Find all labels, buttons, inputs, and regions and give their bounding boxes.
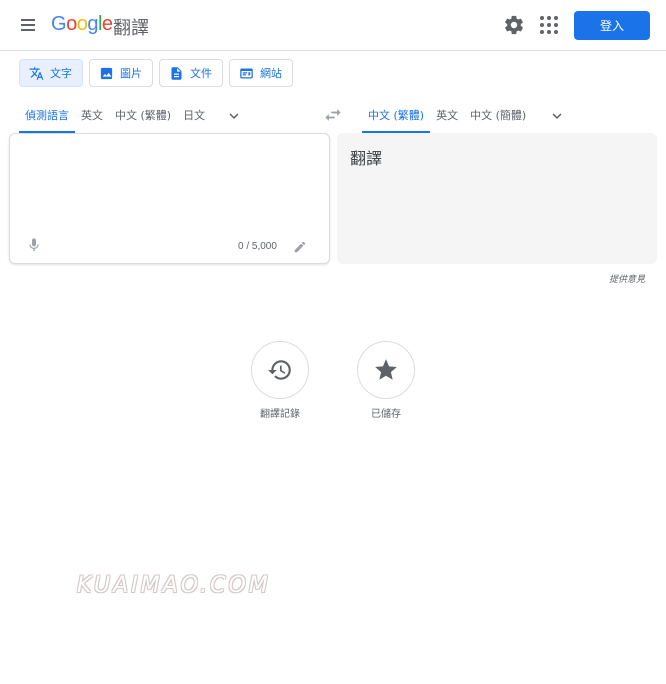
settings-gear-icon[interactable] bbox=[503, 14, 525, 36]
mode-text-label: 文字 bbox=[50, 67, 72, 80]
top-header: Google 翻譯 登入 bbox=[0, 0, 666, 51]
source-text-input[interactable] bbox=[20, 144, 318, 228]
source-tab-japanese[interactable]: 日文 bbox=[177, 99, 211, 133]
mode-document-label: 文件 bbox=[190, 67, 212, 80]
target-more-languages-chevron-icon[interactable] bbox=[542, 99, 572, 133]
source-tab-detect[interactable]: 偵測語言 bbox=[19, 99, 75, 133]
website-icon bbox=[240, 68, 253, 78]
main-menu-icon[interactable] bbox=[18, 15, 38, 35]
history-label: 翻譯記錄 bbox=[260, 409, 300, 420]
history-button[interactable] bbox=[251, 341, 309, 399]
handwriting-pencil-icon[interactable] bbox=[293, 240, 307, 254]
send-feedback-link[interactable]: 提供意見 bbox=[609, 272, 645, 285]
source-tab-english[interactable]: 英文 bbox=[75, 99, 109, 133]
history-icon bbox=[268, 360, 291, 380]
character-count: 0 / 5,000 bbox=[238, 241, 277, 252]
mode-selector: 文字 圖片 文件 網站 bbox=[19, 59, 293, 87]
target-tab-chinese-simplified[interactable]: 中文 (簡體) bbox=[464, 99, 532, 133]
source-language-bar: 偵測語言 英文 中文 (繁體) 日文 bbox=[19, 99, 249, 133]
target-tab-english[interactable]: 英文 bbox=[430, 99, 464, 133]
watermark: KUAIMAO.COM bbox=[77, 573, 271, 598]
mode-website-button[interactable]: 網站 bbox=[229, 59, 293, 87]
image-icon bbox=[100, 67, 113, 79]
saved-label: 已儲存 bbox=[371, 409, 401, 420]
source-text-panel: 0 / 5,000 bbox=[9, 133, 330, 264]
star-icon bbox=[375, 359, 397, 380]
translation-placeholder: 翻譯 bbox=[350, 149, 383, 168]
microphone-icon[interactable] bbox=[26, 236, 40, 254]
product-name: 翻譯 bbox=[113, 18, 149, 39]
mode-document-button[interactable]: 文件 bbox=[159, 59, 223, 87]
swap-languages-icon[interactable] bbox=[323, 105, 343, 125]
target-language-bar: 中文 (繁體) 英文 中文 (簡體) bbox=[362, 99, 572, 133]
mode-image-button[interactable]: 圖片 bbox=[89, 59, 153, 87]
document-icon bbox=[171, 66, 182, 80]
mode-image-label: 圖片 bbox=[120, 67, 142, 80]
mode-text-button[interactable]: 文字 bbox=[19, 59, 83, 87]
google-logo[interactable]: Google bbox=[51, 13, 113, 36]
mode-website-label: 網站 bbox=[260, 67, 282, 80]
saved-button[interactable] bbox=[357, 341, 415, 399]
translate-icon bbox=[29, 66, 44, 80]
signin-button[interactable]: 登入 bbox=[574, 11, 650, 40]
target-tab-chinese-traditional[interactable]: 中文 (繁體) bbox=[362, 99, 431, 133]
source-tab-chinese-traditional[interactable]: 中文 (繁體) bbox=[109, 99, 177, 133]
translation-output-panel: 翻譯 bbox=[337, 133, 657, 264]
google-apps-icon[interactable] bbox=[540, 16, 558, 34]
source-more-languages-chevron-icon[interactable] bbox=[219, 99, 249, 133]
